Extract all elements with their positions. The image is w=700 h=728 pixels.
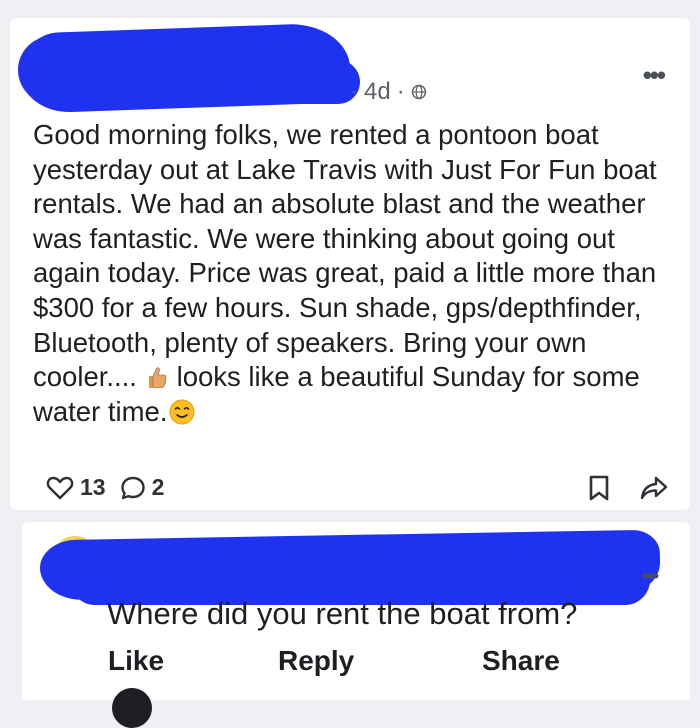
comment-count: 2	[151, 474, 165, 500]
post-actions: 13 2	[46, 474, 178, 501]
more-options-icon[interactable]: •••	[643, 60, 666, 91]
comment-more-icon[interactable]: •••	[642, 566, 659, 587]
comment-share-button[interactable]: Share	[482, 645, 560, 677]
globe-icon	[411, 84, 426, 100]
comment-reply-button[interactable]: Reply	[278, 645, 354, 677]
post-meta: · 4d ·	[350, 78, 427, 106]
share-icon[interactable]	[640, 475, 668, 501]
bookmark-icon[interactable]	[588, 474, 610, 502]
post-body: Good morning folks, we rented a pontoon …	[33, 118, 673, 429]
smile-emoji	[169, 399, 195, 425]
like-reaction[interactable]: 13	[46, 474, 106, 501]
meta-separator: ·	[350, 78, 358, 105]
post-text-part1: Good morning folks, we rented a pontoon …	[33, 119, 657, 393]
like-count: 13	[80, 474, 106, 500]
comment-like-button[interactable]: Like	[108, 645, 164, 677]
post-right-actions	[588, 474, 668, 502]
thumbs-up-emoji	[148, 367, 167, 389]
comments-button[interactable]: 2	[120, 474, 165, 501]
comment-icon[interactable]	[120, 475, 146, 501]
redacted-author-name-tail	[150, 60, 360, 104]
heart-icon[interactable]	[46, 475, 74, 501]
post-age[interactable]: 4d	[364, 78, 391, 106]
next-comment-avatar[interactable]	[112, 688, 152, 728]
comment-text: Where did you rent the boat from?	[107, 596, 578, 631]
meta-separator-2: ·	[396, 78, 405, 105]
